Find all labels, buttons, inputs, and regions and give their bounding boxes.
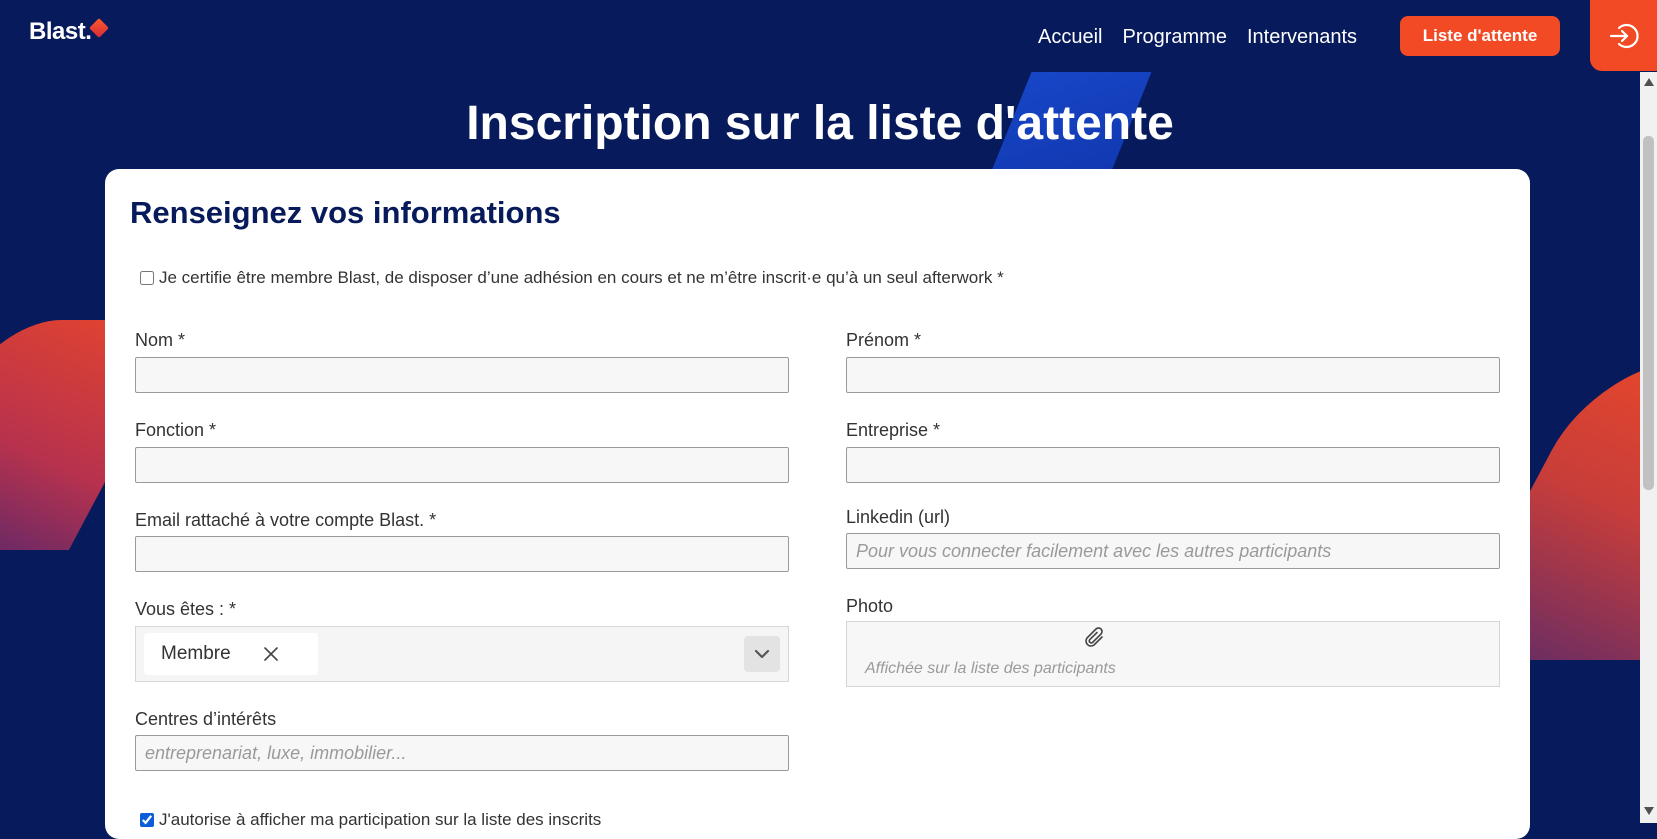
remove-chip-icon[interactable] (262, 645, 280, 663)
nav-item-intervenants[interactable]: Intervenants (1247, 22, 1357, 52)
top-navbar: Blast. Accueil Programme Intervenants Li… (0, 0, 1657, 72)
entreprise-input[interactable] (846, 447, 1500, 483)
form-section-title: Renseignez vos informations (130, 195, 561, 230)
authorize-label: J'autorise à afficher ma participation s… (159, 810, 602, 829)
vous-etes-label: Vous êtes : * (135, 599, 237, 619)
prenom-label: Prénom * (846, 330, 922, 350)
main-nav: Accueil Programme Intervenants (1038, 22, 1357, 52)
fonction-label: Fonction * (135, 420, 217, 440)
vous-etes-select[interactable]: Membre (135, 626, 789, 682)
chevron-down-icon (754, 649, 770, 659)
interets-label: Centres d’intérêts (135, 709, 277, 729)
logo-mark-icon (89, 18, 110, 38)
fonction-input[interactable] (135, 447, 789, 483)
paperclip-icon (1085, 627, 1103, 647)
email-label: Email rattaché à votre compte Blast. * (135, 510, 437, 530)
scroll-down-arrow-icon[interactable] (1640, 807, 1657, 819)
page-scrollbar[interactable] (1640, 72, 1657, 823)
dropdown-toggle[interactable] (744, 636, 780, 672)
registration-form-card: Renseignez vos informations Je certifie … (105, 169, 1530, 839)
logo-text: Blast. (29, 18, 92, 45)
interets-input[interactable] (135, 735, 789, 771)
selected-chip-label: Membre (161, 643, 231, 664)
certify-checkbox[interactable] (140, 271, 154, 285)
authorize-checkbox-row[interactable]: J'autorise à afficher ma participation s… (140, 810, 601, 830)
nom-label: Nom * (135, 330, 186, 350)
login-arrow-icon (1609, 23, 1639, 48)
nom-input[interactable] (135, 357, 789, 393)
authorize-checkbox[interactable] (140, 813, 154, 827)
nav-item-accueil[interactable]: Accueil (1038, 22, 1102, 52)
photo-label: Photo (846, 596, 894, 616)
brand-logo[interactable]: Blast. (29, 18, 110, 46)
photo-upload-zone[interactable]: Affichée sur la liste des participants (846, 621, 1500, 687)
scrollbar-thumb[interactable] (1643, 136, 1654, 490)
email-input[interactable] (135, 536, 789, 572)
prenom-input[interactable] (846, 357, 1500, 393)
scroll-up-arrow-icon[interactable] (1640, 78, 1657, 90)
login-button[interactable] (1590, 0, 1657, 71)
page-title: Inscription sur la liste d'attente (466, 97, 1174, 150)
waitlist-button[interactable]: Liste d'attente (1400, 16, 1560, 56)
certify-label: Je certifie être membre Blast, de dispos… (159, 268, 1004, 287)
nav-item-programme[interactable]: Programme (1122, 22, 1226, 52)
photo-hint: Affichée sur la liste des participants (865, 660, 1116, 677)
entreprise-label: Entreprise * (846, 420, 941, 440)
selected-chip: Membre (144, 633, 318, 675)
linkedin-input[interactable] (846, 533, 1500, 569)
linkedin-label: Linkedin (url) (846, 507, 951, 527)
certify-checkbox-row[interactable]: Je certifie être membre Blast, de dispos… (140, 268, 1004, 288)
